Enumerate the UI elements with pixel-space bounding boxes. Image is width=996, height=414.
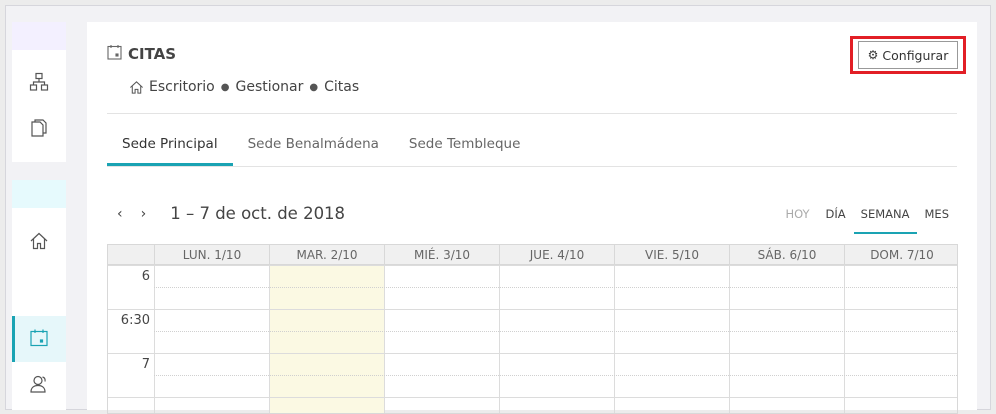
day-header[interactable]: MAR. 2/10 <box>269 245 384 265</box>
sidebar-bottom-group <box>12 180 66 410</box>
calendar-icon <box>107 44 122 64</box>
home-icon[interactable] <box>129 80 144 95</box>
breadcrumb-separator: ● <box>220 81 230 93</box>
slot-line <box>154 375 957 376</box>
sitemap-icon[interactable] <box>29 72 49 92</box>
view-week-button[interactable]: SEMANA <box>853 204 917 234</box>
slot-line <box>108 265 957 266</box>
time-label: 6:30 <box>120 313 150 328</box>
tab-sede-benalmadena[interactable]: Sede Benalmádena <box>233 128 394 166</box>
breadcrumb-item[interactable]: Gestionar <box>235 79 303 95</box>
sidebar-top-cap <box>12 22 66 50</box>
home-icon[interactable] <box>29 231 49 251</box>
chevron-left-icon[interactable]: ‹ <box>117 206 123 222</box>
page-title-text: CITAS <box>128 45 177 63</box>
slot-line <box>108 397 957 398</box>
tab-sede-principal[interactable]: Sede Principal <box>107 128 233 166</box>
breadcrumb-item: Citas <box>324 79 360 95</box>
tabs-divider <box>107 166 957 167</box>
view-month-button[interactable]: MES <box>917 204 958 234</box>
chevron-right-icon[interactable]: › <box>141 206 147 222</box>
slot-line <box>154 331 957 332</box>
gear-icon: ⚙ <box>867 48 879 62</box>
main-panel: CITAS Escritorio ● Gestionar ● Citas ⚙ C… <box>87 22 977 414</box>
week-grid: 6 6:30 7 LUN. 1/10 MAR. 2/10 MIÉ. 3/10 J… <box>107 244 958 414</box>
breadcrumb: Escritorio ● Gestionar ● Citas <box>129 79 359 95</box>
breadcrumb-separator: ● <box>309 81 319 93</box>
slot-line <box>154 287 957 288</box>
day-header[interactable]: VIE. 5/10 <box>614 245 729 265</box>
calendar-navigation: ‹ › 1 – 7 de oct. de 2018 <box>117 204 345 223</box>
slot-line <box>108 353 957 354</box>
sidebar-item-citas[interactable] <box>12 316 66 362</box>
configure-button[interactable]: ⚙ Configurar <box>858 41 958 69</box>
day-header[interactable]: JUE. 4/10 <box>499 245 614 265</box>
breadcrumb-item[interactable]: Escritorio <box>149 79 215 95</box>
slot-line <box>108 309 957 310</box>
time-label: 6 <box>141 269 150 284</box>
day-header[interactable]: MIÉ. 3/10 <box>384 245 499 265</box>
view-switcher: HOY DÍA SEMANA MES <box>777 204 957 234</box>
time-label: 7 <box>141 357 150 372</box>
tab-sede-tembleque[interactable]: Sede Tembleque <box>394 128 536 166</box>
header-divider <box>107 113 957 114</box>
calendar-icon <box>29 328 49 348</box>
day-header[interactable]: LUN. 1/10 <box>154 245 269 265</box>
sidebar-bottom-cap <box>12 180 66 208</box>
day-header[interactable]: SÁB. 6/10 <box>729 245 844 265</box>
users-icon[interactable] <box>29 374 49 394</box>
grid-header: LUN. 1/10 MAR. 2/10 MIÉ. 3/10 JUE. 4/10 … <box>108 245 957 265</box>
documents-icon[interactable] <box>29 118 49 138</box>
day-header[interactable]: DOM. 7/10 <box>844 245 957 265</box>
location-tabs: Sede Principal Sede Benalmádena Sede Tem… <box>107 128 535 166</box>
date-range: 1 – 7 de oct. de 2018 <box>170 204 346 223</box>
page-title: CITAS <box>107 44 176 64</box>
configure-label: Configurar <box>882 47 949 63</box>
view-today-button[interactable]: HOY <box>777 204 817 234</box>
view-day-button[interactable]: DÍA <box>818 204 854 234</box>
sidebar-top-group <box>12 22 66 162</box>
